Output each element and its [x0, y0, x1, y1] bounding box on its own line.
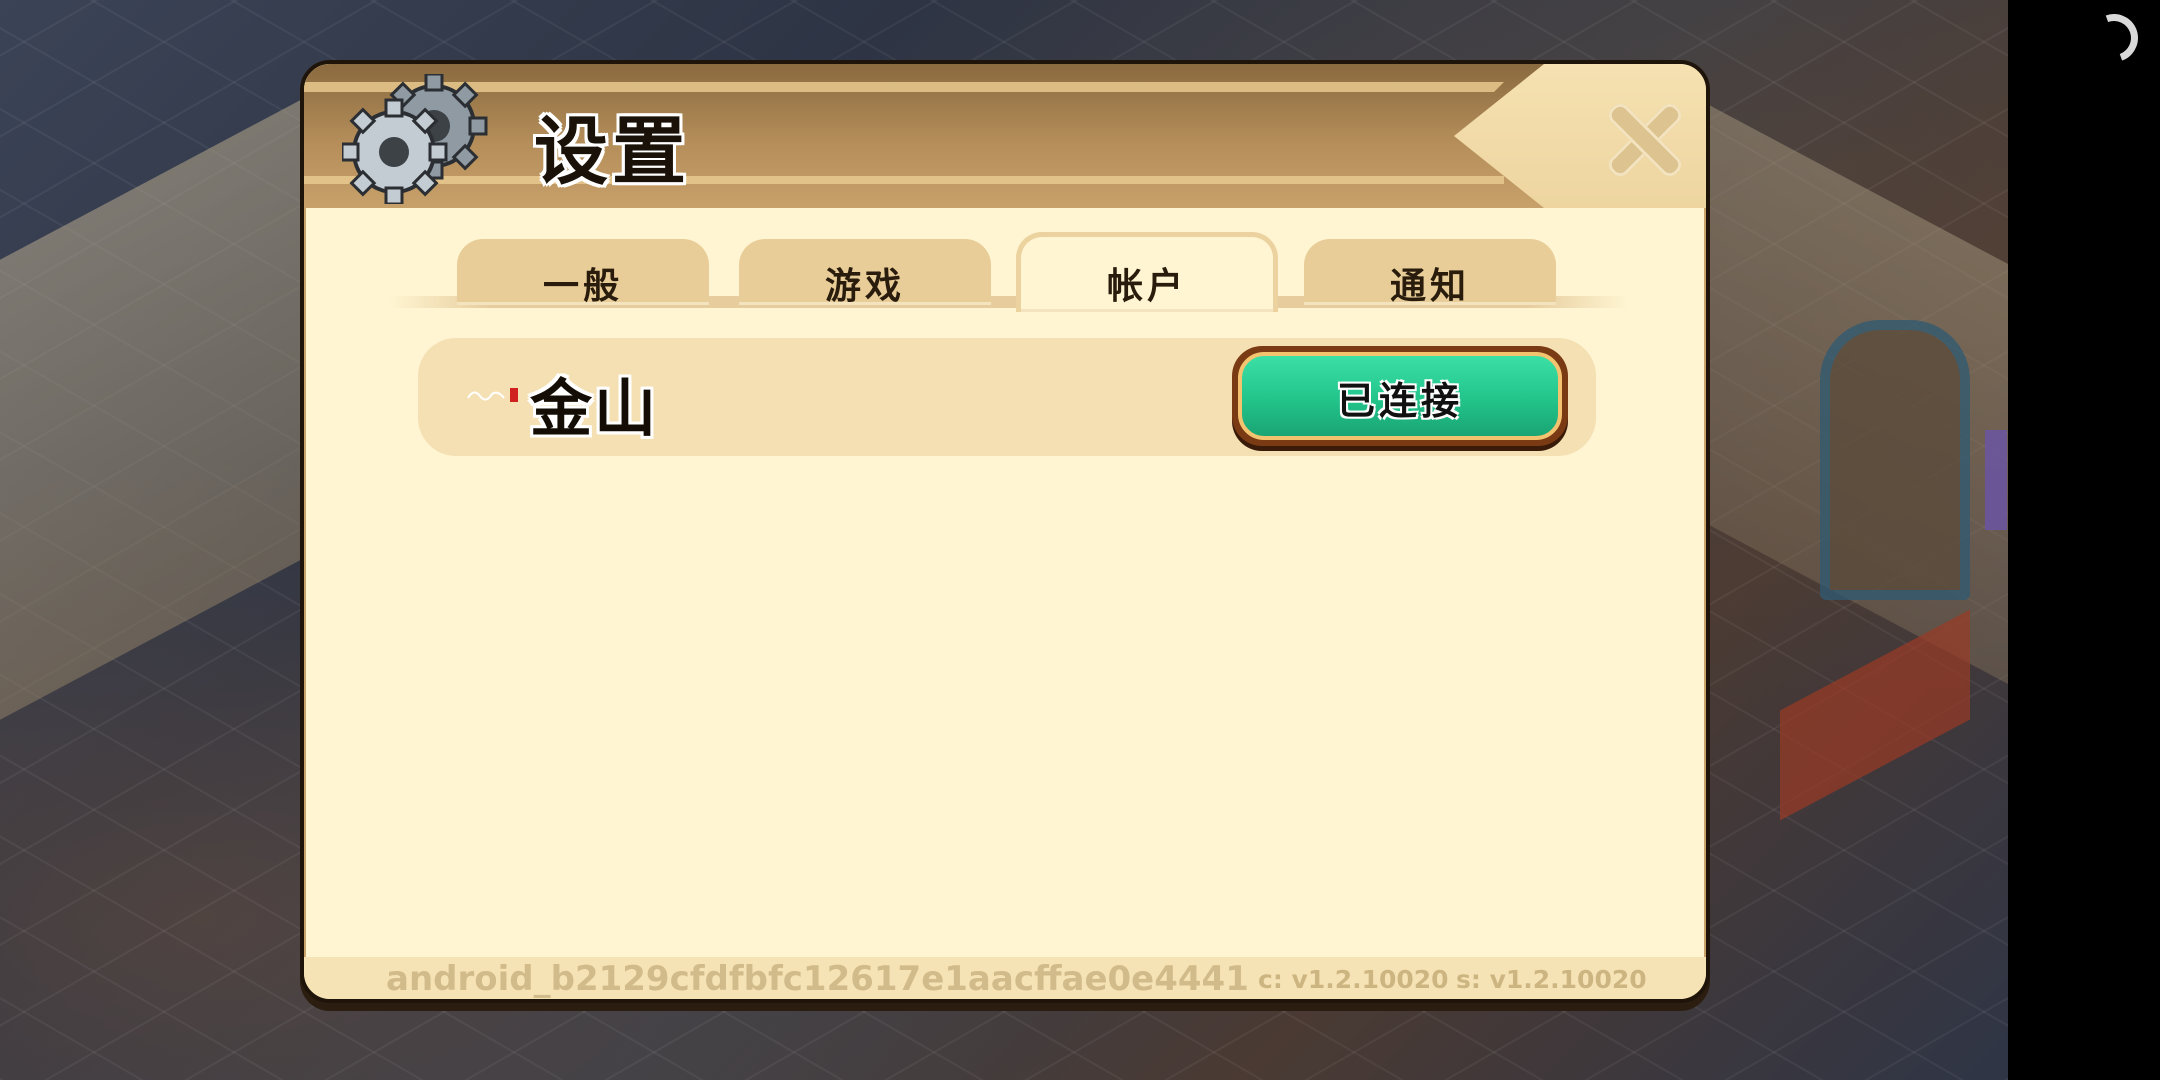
connected-button[interactable]: 已连接: [1232, 346, 1568, 446]
tab-general[interactable]: 一般: [457, 239, 709, 307]
panel-footer: android_b2129cfdfbfc12617e1aacffae0e4441…: [304, 957, 1706, 999]
close-button[interactable]: [1604, 99, 1686, 181]
server-version: s: v1.2.10020: [1456, 965, 1647, 994]
panel-header: 设置: [304, 64, 1706, 208]
tab-notifications[interactable]: 通知: [1304, 239, 1556, 307]
lamp: [1985, 430, 2007, 530]
tab-label: 一般: [542, 265, 623, 307]
bookshelf: [1820, 320, 1970, 600]
client-version: c: v1.2.10020: [1258, 965, 1449, 994]
tab-label: 帐户: [1106, 265, 1187, 307]
tab-account[interactable]: 帐户: [1016, 232, 1278, 312]
loading-spinner-icon: [2082, 6, 2146, 70]
account-row: 金山 已连接: [418, 338, 1596, 456]
gear-icon: [342, 74, 488, 204]
device-id: android_b2129cfdfbfc12617e1aacffae0e4441: [386, 959, 1249, 999]
tab-label: 游戏: [824, 265, 905, 307]
kingsoft-logo: [467, 388, 518, 402]
account-provider-name: 金山: [530, 372, 659, 445]
tab-label: 通知: [1389, 265, 1470, 307]
tab-game[interactable]: 游戏: [739, 239, 991, 307]
settings-panel: 设置 一般 游戏 帐户 通知 金山 已连接 android_b2129cfdfb…: [300, 60, 1710, 1003]
connected-button-face: 已连接: [1238, 352, 1562, 440]
panel-title: 设置: [534, 109, 690, 195]
connected-button-label: 已连接: [1336, 378, 1463, 423]
